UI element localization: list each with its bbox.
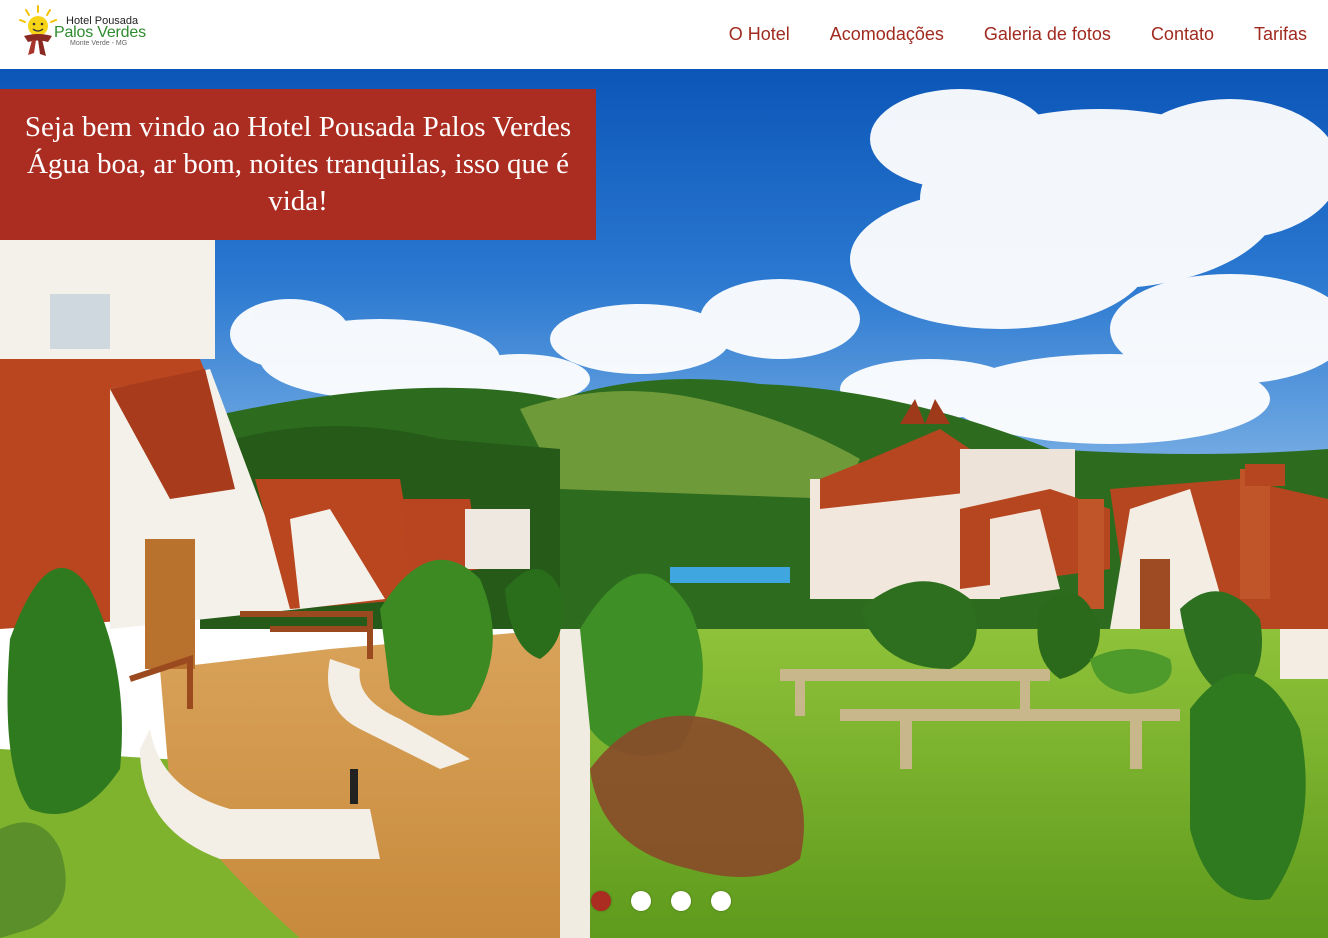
nav-item-contato[interactable]: Contato: [1151, 24, 1214, 45]
logo-line-3: Monte Verde - MG: [70, 40, 128, 47]
hero-slider: Seja bem vindo ao Hotel Pousada Palos Ve…: [0, 69, 1328, 938]
site-logo[interactable]: Hotel Pousada Palos Verdes Monte Verde -…: [14, 2, 174, 62]
slider-pagination: [591, 891, 731, 911]
welcome-text: Seja bem vindo ao Hotel Pousada Palos Ve…: [24, 111, 572, 217]
site-header: Hotel Pousada Palos Verdes Monte Verde -…: [0, 0, 1328, 69]
nav-item-galeria-de-fotos[interactable]: Galeria de fotos: [984, 24, 1111, 45]
slide-dot-1[interactable]: [591, 891, 611, 911]
main-nav: O Hotel Acomodações Galeria de fotos Con…: [729, 0, 1307, 69]
welcome-banner: Seja bem vindo ao Hotel Pousada Palos Ve…: [0, 89, 596, 240]
slide-dot-4[interactable]: [711, 891, 731, 911]
slide-dot-3[interactable]: [671, 891, 691, 911]
nav-item-acomodacoes[interactable]: Acomodações: [830, 24, 944, 45]
slide-dot-2[interactable]: [631, 891, 651, 911]
nav-item-tarifas[interactable]: Tarifas: [1254, 24, 1307, 45]
nav-item-o-hotel[interactable]: O Hotel: [729, 24, 790, 45]
